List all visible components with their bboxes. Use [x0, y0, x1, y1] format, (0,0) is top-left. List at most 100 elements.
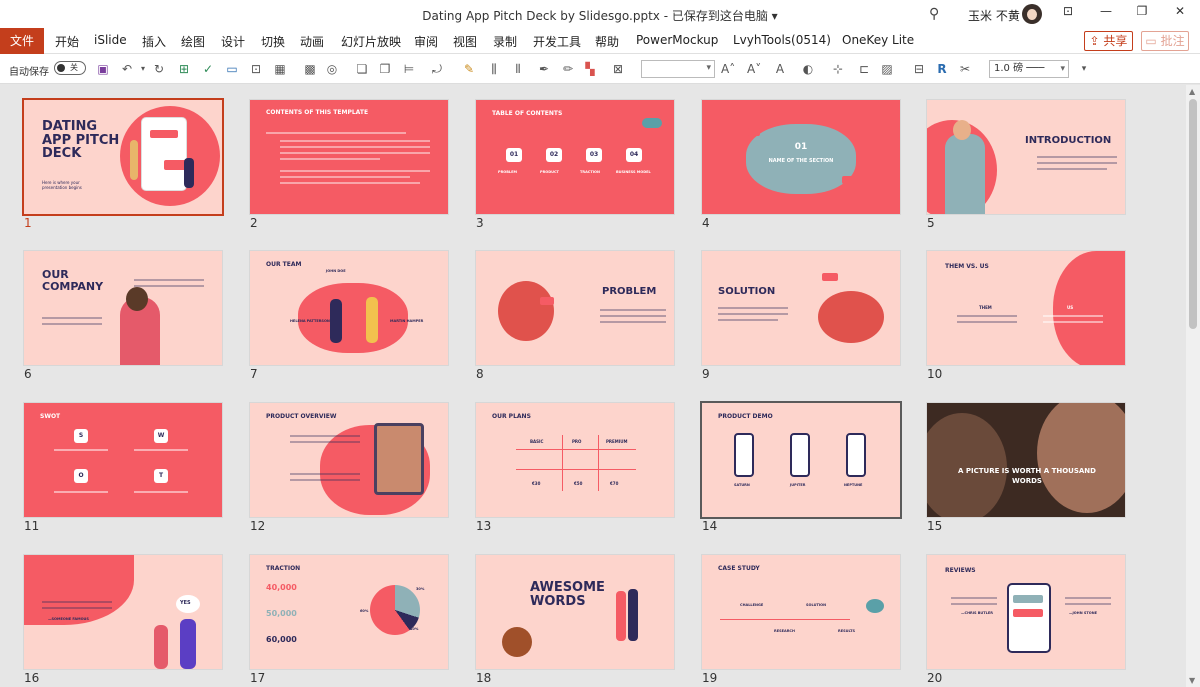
- autosave-toggle[interactable]: 关: [54, 61, 86, 75]
- shape-merge-icon[interactable]: ◎: [325, 62, 339, 76]
- color-palette-icon[interactable]: ▚: [583, 62, 597, 76]
- user-name[interactable]: 玉米 不黄: [968, 7, 1020, 24]
- scroll-up-icon[interactable]: ▲: [1189, 87, 1195, 96]
- customize-toolbar-icon[interactable]: ▾: [1077, 62, 1091, 76]
- align-icon[interactable]: ⊨: [402, 62, 416, 76]
- scroll-down-icon[interactable]: ▼: [1189, 676, 1195, 685]
- slide-thumb-13[interactable]: OUR PLANS BASIC PRO PREMIUM €30 €50 €70 …: [476, 403, 674, 533]
- tab-slideshow[interactable]: 幻灯片放映: [341, 33, 401, 50]
- tab-developer[interactable]: 开发工具: [533, 33, 581, 50]
- slide-17[interactable]: TRACTION 40,000 50,000 60,000 30% 60% 10…: [250, 555, 448, 669]
- tab-insert[interactable]: 插入: [142, 33, 166, 50]
- tab-onekey[interactable]: OneKey Lite: [842, 33, 914, 47]
- slide-thumb-19[interactable]: CASE STUDY CHALLENGE SOLUTION RESEARCH R…: [702, 555, 900, 685]
- pattern-icon[interactable]: ▩: [303, 62, 317, 76]
- slide-7[interactable]: OUR TEAM JOHN DOE HELENA PATTERSON MARTI…: [250, 251, 448, 365]
- maximize-icon[interactable]: ❐: [1130, 4, 1154, 18]
- increase-font-icon[interactable]: A˄: [721, 62, 735, 76]
- present-icon[interactable]: ⊞: [177, 62, 191, 76]
- slide-16[interactable]: —SOMEONE FAMOUS YES: [24, 555, 222, 669]
- tab-home[interactable]: 开始: [55, 33, 79, 50]
- eyedropper-icon[interactable]: ✒: [537, 62, 551, 76]
- slide-thumb-15[interactable]: A PICTURE IS WORTH A THOUSAND WORDS 15: [927, 403, 1125, 533]
- undo-icon[interactable]: ↶: [120, 62, 134, 76]
- rename-icon[interactable]: R: [935, 62, 949, 76]
- slide-2[interactable]: CONTENTS OF THIS TEMPLATE: [250, 100, 448, 214]
- format-painter-icon[interactable]: ✎: [462, 62, 476, 76]
- document-title[interactable]: Dating App Pitch Deck by Slidesgo.pptx -…: [0, 7, 1200, 24]
- decrease-font-icon[interactable]: A˅: [747, 62, 761, 76]
- table-icon[interactable]: ⊟: [912, 62, 926, 76]
- minimize-icon[interactable]: —: [1094, 4, 1118, 18]
- tab-transitions[interactable]: 切换: [261, 33, 285, 50]
- save-icon[interactable]: ▣: [96, 62, 110, 76]
- textbox-icon[interactable]: ⊡: [249, 62, 263, 76]
- slide-11[interactable]: SWOT S W O T: [24, 403, 222, 517]
- slide-thumb-16[interactable]: —SOMEONE FAMOUS YES 16: [24, 555, 222, 685]
- slide-12[interactable]: PRODUCT OVERVIEW: [250, 403, 448, 517]
- rotate-icon[interactable]: ⤾: [430, 62, 444, 76]
- crop-icon[interactable]: ▦: [273, 62, 287, 76]
- tab-record[interactable]: 录制: [493, 33, 517, 50]
- picture-crop-icon[interactable]: ⊏: [857, 62, 871, 76]
- slide-15[interactable]: A PICTURE IS WORTH A THOUSAND WORDS: [927, 403, 1125, 517]
- slide-thumb-9[interactable]: SOLUTION 9: [702, 251, 900, 381]
- scrollbar-thumb[interactable]: [1189, 99, 1197, 329]
- slide-thumb-20[interactable]: REVIEWS —CHRIS BUTLER —JOHN STONE 20: [927, 555, 1125, 685]
- font-color-icon[interactable]: A: [773, 62, 787, 76]
- slide-thumb-4[interactable]: 01 NAME OF THE SECTION 4: [702, 100, 900, 230]
- close-icon[interactable]: ✕: [1168, 4, 1192, 18]
- tab-animations[interactable]: 动画: [300, 33, 324, 50]
- ribbon-display-icon[interactable]: ⊡: [1056, 4, 1080, 18]
- tab-lvyhtools[interactable]: LvyhTools(0514): [733, 33, 831, 47]
- slide-thumb-6[interactable]: OUR COMPANY 6: [24, 251, 222, 381]
- slide-thumb-3[interactable]: TABLE OF CONTENTS 01 02 03 04 PROBLEM PR…: [476, 100, 674, 230]
- font-name-select[interactable]: ▾: [641, 60, 715, 78]
- slide-6[interactable]: OUR COMPANY: [24, 251, 222, 365]
- undo-dropdown-icon[interactable]: ▾: [136, 62, 150, 76]
- slide-thumb-14[interactable]: PRODUCT DEMO SATURN JUPITER NEPTUNE 14: [702, 403, 900, 533]
- slide-4[interactable]: 01 NAME OF THE SECTION: [702, 100, 900, 214]
- transform-icon[interactable]: ⊹: [831, 62, 845, 76]
- search-icon[interactable]: ⚲: [929, 6, 939, 22]
- slide-19[interactable]: CASE STUDY CHALLENGE SOLUTION RESEARCH R…: [702, 555, 900, 669]
- slide-thumb-5[interactable]: INTRODUCTION 5: [927, 100, 1125, 230]
- slide-thumb-10[interactable]: THEM VS. US THEM US 10: [927, 251, 1125, 381]
- tab-powermockup[interactable]: PowerMockup: [636, 33, 718, 47]
- share-button[interactable]: ⇪ 共享: [1084, 31, 1133, 51]
- slide-thumb-17[interactable]: TRACTION 40,000 50,000 60,000 30% 60% 10…: [250, 555, 448, 685]
- tab-help[interactable]: 帮助: [595, 33, 619, 50]
- slide-20[interactable]: REVIEWS —CHRIS BUTLER —JOHN STONE: [927, 555, 1125, 669]
- picture-icon[interactable]: ▨: [880, 62, 894, 76]
- slide-8[interactable]: PROBLEM: [476, 251, 674, 365]
- slide-thumb-18[interactable]: AWESOME WORDS 18: [476, 555, 674, 685]
- new-slide-icon[interactable]: ▭: [225, 62, 239, 76]
- tab-islide[interactable]: iSlide: [94, 33, 127, 47]
- slide-10[interactable]: THEM VS. US THEM US: [927, 251, 1125, 365]
- slide-13[interactable]: OUR PLANS BASIC PRO PREMIUM €30 €50 €70: [476, 403, 674, 517]
- comment-button[interactable]: ▭ 批注: [1141, 31, 1189, 51]
- line-weight-select[interactable]: 1.0 磅 ─── ▾: [989, 60, 1069, 78]
- send-backward-icon[interactable]: ❐: [378, 62, 392, 76]
- slide-1[interactable]: DATING APP PITCH DECK Here is where your…: [24, 100, 222, 214]
- tab-draw[interactable]: 绘图: [181, 33, 205, 50]
- tab-design[interactable]: 设计: [221, 33, 245, 50]
- tab-view[interactable]: 视图: [453, 33, 477, 50]
- vertical-scrollbar[interactable]: ▲ ▼: [1186, 85, 1200, 687]
- pen-icon[interactable]: ✏: [561, 62, 575, 76]
- shape-fill-icon[interactable]: ⊠: [611, 62, 625, 76]
- slide-14[interactable]: PRODUCT DEMO SATURN JUPITER NEPTUNE: [702, 403, 900, 517]
- redo-icon[interactable]: ↻: [152, 62, 166, 76]
- distribute-horizontal-icon[interactable]: ⫴: [511, 62, 525, 76]
- slide-thumb-1[interactable]: DATING APP PITCH DECK Here is where your…: [24, 100, 222, 230]
- tab-file[interactable]: 文件: [0, 28, 44, 54]
- slide-thumb-7[interactable]: OUR TEAM JOHN DOE HELENA PATTERSON MARTI…: [250, 251, 448, 381]
- slide-18[interactable]: AWESOME WORDS: [476, 555, 674, 669]
- slide-thumb-11[interactable]: SWOT S W O T 11: [24, 403, 222, 533]
- slide-5[interactable]: INTRODUCTION: [927, 100, 1125, 214]
- avatar[interactable]: [1022, 4, 1042, 24]
- distribute-vertical-icon[interactable]: ⫼: [487, 62, 501, 76]
- highlight-icon[interactable]: ◐: [801, 62, 815, 76]
- bring-forward-icon[interactable]: ❏: [355, 62, 369, 76]
- slide-thumb-2[interactable]: CONTENTS OF THIS TEMPLATE 2: [250, 100, 448, 230]
